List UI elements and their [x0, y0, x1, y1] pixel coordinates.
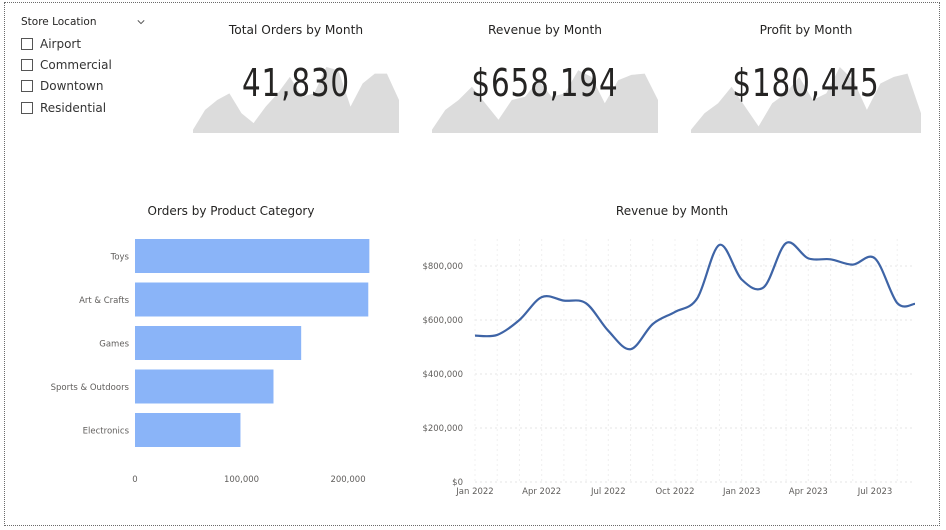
- kpi-title: Revenue by Month: [488, 23, 602, 37]
- checkbox[interactable]: [21, 80, 33, 93]
- x-tick-label: Jul 2022: [590, 487, 626, 497]
- bar-electronics: [135, 413, 241, 447]
- slicer-item-airport[interactable]: Airport: [21, 33, 151, 54]
- kpi-value: $180,445: [732, 61, 880, 105]
- x-tick-label: Jan 2023: [722, 487, 760, 497]
- x-tick-label: Jul 2023: [857, 487, 893, 497]
- category-label: Sports & Outdoors: [51, 383, 130, 393]
- bar-art-crafts: [135, 282, 369, 317]
- kpi-card-profit[interactable]: Profit by Month $180,445: [691, 17, 921, 133]
- chevron-down-icon[interactable]: [137, 18, 145, 26]
- slicer-title: Store Location: [21, 16, 97, 28]
- orders-by-category-chart[interactable]: Toys Art & Crafts Games Sports & Outdoors El…: [35, 229, 385, 489]
- kpi-value: $658,194: [471, 61, 619, 105]
- slicer-item-commercial[interactable]: Commercial: [21, 54, 151, 75]
- report-canvas: Store Location Airport Commercial Downto…: [4, 2, 940, 526]
- slicer-item-label: Downtown: [40, 79, 104, 94]
- category-label: Electronics: [83, 427, 130, 437]
- bar-sports-outdoors: [135, 369, 274, 404]
- x-tick-label: Oct 2022: [655, 487, 694, 497]
- revenue-line: [474, 241, 916, 351]
- checkbox[interactable]: [21, 58, 33, 71]
- y-tick-label: $600,000: [422, 316, 463, 326]
- y-tick-label: $200,000: [422, 424, 463, 434]
- checkbox[interactable]: [21, 101, 33, 114]
- category-label: Toys: [110, 253, 130, 263]
- y-tick-label: $800,000: [422, 262, 463, 272]
- slicer-item-downtown[interactable]: Downtown: [21, 76, 151, 97]
- y-tick-label: $400,000: [422, 370, 463, 380]
- kpi-title: Total Orders by Month: [228, 23, 364, 37]
- kpi-value: 41,830: [241, 61, 351, 105]
- bar-games: [135, 326, 302, 360]
- bar-toys: [135, 239, 370, 273]
- category-label: Games: [99, 340, 129, 350]
- x-tick-label: Jan 2022: [455, 487, 493, 497]
- slicer-header: Store Location: [21, 15, 151, 29]
- x-tick-label: 0: [132, 475, 137, 485]
- x-tick-label: Apr 2023: [789, 487, 828, 497]
- slicer-item-label: Airport: [40, 36, 82, 51]
- line-chart-title: Revenue by Month: [615, 204, 729, 218]
- slicer-item-label: Residential: [40, 100, 107, 115]
- slicer-item-residential[interactable]: Residential: [21, 97, 151, 118]
- kpi-card-total-orders[interactable]: Total Orders by Month 41,830: [193, 17, 399, 133]
- x-tick-label: 100,000: [224, 475, 259, 485]
- category-label: Art & Crafts: [79, 296, 129, 306]
- revenue-by-month-chart[interactable]: $0$200,000$400,000$600,000$800,000Jan 20…: [405, 229, 925, 499]
- checkbox[interactable]: [21, 37, 33, 50]
- kpi-title: Profit by Month: [759, 23, 853, 37]
- slicer-item-label: Commercial: [40, 57, 112, 72]
- store-location-slicer[interactable]: Store Location Airport Commercial Downto…: [21, 15, 151, 118]
- x-tick-label: 200,000: [330, 475, 365, 485]
- bar-chart-title: Orders by Product Category: [147, 204, 315, 218]
- x-tick-label: Apr 2022: [522, 487, 561, 497]
- kpi-card-revenue[interactable]: Revenue by Month $658,194: [432, 17, 658, 133]
